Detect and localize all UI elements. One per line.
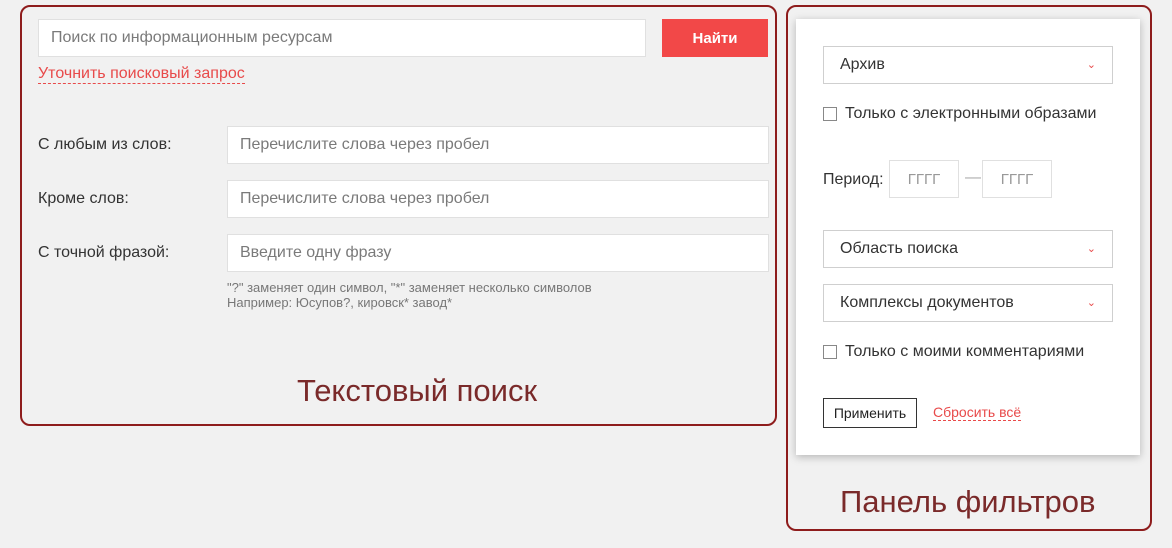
doc-complexes-select[interactable]: Комплексы документов ⌄ [823, 284, 1113, 322]
only-images-option[interactable]: Только с электронными образами [823, 105, 1096, 123]
period-separator: — [965, 169, 981, 186]
reset-all-link[interactable]: Сбросить всё [933, 404, 1022, 421]
only-images-label: Только с электронными образами [845, 105, 1097, 122]
search-area-select-value: Область поиска [840, 240, 958, 257]
main-search-input[interactable] [38, 19, 646, 57]
exact-phrase-label: С точной фразой: [38, 244, 170, 261]
only-images-checkbox[interactable] [823, 107, 837, 121]
any-words-label: С любым из слов: [38, 136, 172, 153]
find-button[interactable]: Найти [662, 19, 768, 57]
except-words-input[interactable] [227, 180, 769, 218]
text-search-caption: Текстовый поиск [297, 373, 538, 408]
text-search-section: Найти Уточнить поисковый запрос С любым … [20, 5, 777, 426]
exact-phrase-input[interactable] [227, 234, 769, 272]
apply-button[interactable]: Применить [823, 398, 917, 428]
any-words-input[interactable] [227, 126, 769, 164]
filter-panel-caption: Панель фильтров [840, 484, 1096, 519]
only-comments-option[interactable]: Только с моими комментариями [823, 343, 1084, 361]
only-comments-label: Только с моими комментариями [845, 343, 1085, 360]
chevron-down-icon: ⌄ [1086, 59, 1096, 71]
refine-query-link[interactable]: Уточнить поисковый запрос [38, 65, 245, 84]
doc-complexes-select-value: Комплексы документов [840, 294, 1014, 311]
wildcard-hint-line: "?" заменяет один символ, "*" заменяет н… [227, 280, 592, 295]
chevron-down-icon: ⌄ [1086, 297, 1096, 309]
year-from-input[interactable] [889, 160, 959, 198]
year-to-input[interactable] [982, 160, 1052, 198]
period-label: Период: [823, 171, 884, 188]
wildcard-hint: "?" заменяет один символ, "*" заменяет н… [227, 280, 592, 310]
chevron-down-icon: ⌄ [1086, 243, 1096, 255]
except-words-label: Кроме слов: [38, 190, 129, 207]
only-comments-checkbox[interactable] [823, 345, 837, 359]
search-area-select[interactable]: Область поиска ⌄ [823, 230, 1113, 268]
wildcard-example-line: Например: Юсупов?, кировск* завод* [227, 295, 453, 310]
archive-select-value: Архив [840, 56, 885, 73]
archive-select[interactable]: Архив ⌄ [823, 46, 1113, 84]
filter-panel: Архив ⌄ Только с электронными образами П… [796, 19, 1140, 455]
